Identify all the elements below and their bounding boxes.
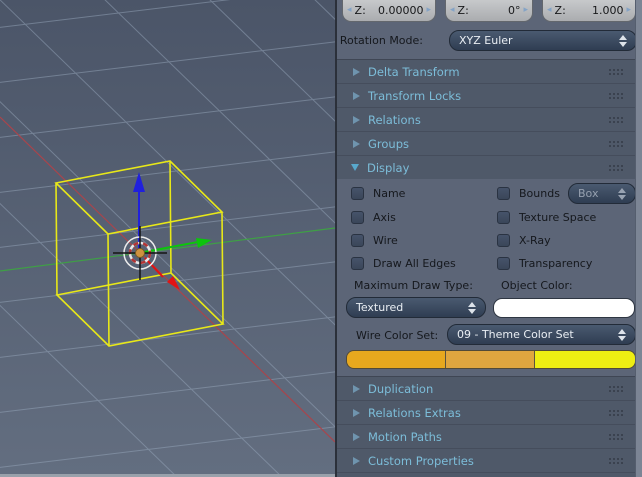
object-color-label: Object Color: (501, 279, 573, 292)
expand-arrow-icon (353, 68, 360, 76)
panel-scrollbar[interactable] (635, 0, 642, 477)
transform-fields-area: ◂ Z: 0.00000 ▸ ◂ Z: 0° ▸ ◂ Z: 1.000 ▸ Ro… (337, 0, 637, 59)
expand-arrow-icon (353, 385, 360, 393)
section-header-relations-extras[interactable]: Relations Extras (337, 401, 637, 425)
panel-grip-icon[interactable] (608, 140, 624, 149)
section-header-delta-transform[interactable]: Delta Transform (337, 60, 637, 84)
rotation-z-field[interactable]: ◂ Z: 0° ▸ (445, 0, 533, 22)
draw-all-edges-checkbox[interactable] (351, 257, 364, 270)
viewport-background (0, 0, 335, 477)
wire-color-swatch-bar (346, 350, 636, 369)
xray-checkbox[interactable] (497, 234, 510, 247)
expand-arrow-icon (353, 457, 360, 465)
decrement-arrow-icon[interactable]: ◂ (450, 6, 455, 15)
location-z-field[interactable]: ◂ Z: 0.00000 ▸ (342, 0, 436, 22)
object-origin-dot[interactable] (136, 249, 145, 258)
axis-checkbox[interactable] (351, 211, 364, 224)
dropdown-arrows-icon (619, 35, 627, 47)
decrement-arrow-icon[interactable]: ◂ (547, 6, 552, 15)
section-header-display[interactable]: Display (337, 156, 637, 180)
section-header-motion-paths[interactable]: Motion Paths (337, 425, 637, 449)
wire-color-swatch-1[interactable] (347, 351, 445, 368)
decrement-arrow-icon[interactable]: ◂ (347, 6, 352, 15)
bounds-checkbox[interactable] (497, 187, 510, 200)
object-color-swatch[interactable] (493, 298, 635, 318)
increment-arrow-icon[interactable]: ▸ (626, 6, 631, 15)
wire-color-swatch-2[interactable] (445, 351, 534, 368)
scale-z-field[interactable]: ◂ Z: 1.000 ▸ (542, 0, 636, 22)
dropdown-arrows-icon (618, 188, 626, 200)
expand-arrow-icon (353, 92, 360, 100)
panel-grip-icon[interactable] (608, 68, 624, 77)
section-header-groups[interactable]: Groups (337, 132, 637, 156)
dropdown-arrows-icon (468, 302, 476, 314)
max-draw-type-label: Maximum Draw Type: (354, 279, 473, 292)
max-draw-type-dropdown[interactable]: Textured (346, 297, 486, 318)
increment-arrow-icon[interactable]: ▸ (523, 6, 528, 15)
expand-arrow-icon (353, 140, 360, 148)
wire-color-swatch-3[interactable] (534, 351, 635, 368)
panel-grip-icon[interactable] (608, 164, 624, 173)
collapse-arrow-icon (351, 164, 359, 171)
wire-checkbox[interactable] (351, 234, 364, 247)
transparency-checkbox[interactable] (497, 257, 510, 270)
name-checkbox[interactable] (351, 187, 364, 200)
section-header-custom-properties[interactable]: Custom Properties (337, 449, 637, 473)
expand-arrow-icon (353, 116, 360, 124)
rotation-mode-dropdown[interactable]: XYZ Euler (449, 30, 637, 51)
object-properties-panel: ◂ Z: 0.00000 ▸ ◂ Z: 0° ▸ ◂ Z: 1.000 ▸ Ro… (335, 0, 642, 477)
panel-grip-icon[interactable] (608, 457, 624, 466)
blender-window: ◂ Z: 0.00000 ▸ ◂ Z: 0° ▸ ◂ Z: 1.000 ▸ Ro… (0, 0, 642, 477)
section-header-transform-locks[interactable]: Transform Locks (337, 84, 637, 108)
expand-arrow-icon (353, 409, 360, 417)
3d-viewport-canvas[interactable] (0, 0, 335, 477)
texture-space-checkbox[interactable] (497, 211, 510, 224)
bounds-type-dropdown[interactable]: Box (568, 183, 636, 204)
section-header-relations[interactable]: Relations (337, 108, 637, 132)
panel-grip-icon[interactable] (608, 385, 624, 394)
display-section-content: Name Axis Wire Draw All Edges Bounds T (337, 179, 637, 376)
panel-grip-icon[interactable] (608, 116, 624, 125)
panel-grip-icon[interactable] (608, 409, 624, 418)
wire-color-set-label: Wire Color Set: (356, 329, 438, 342)
panel-grip-icon[interactable] (608, 433, 624, 442)
section-header-duplication[interactable]: Duplication (337, 377, 637, 401)
panel-grip-icon[interactable] (608, 92, 624, 101)
increment-arrow-icon[interactable]: ▸ (426, 6, 431, 15)
3d-viewport[interactable] (0, 0, 335, 477)
dropdown-arrows-icon (618, 329, 626, 341)
rotation-mode-label: Rotation Mode: (337, 34, 423, 47)
wire-color-set-dropdown[interactable]: 09 - Theme Color Set (447, 324, 636, 345)
expand-arrow-icon (353, 433, 360, 441)
